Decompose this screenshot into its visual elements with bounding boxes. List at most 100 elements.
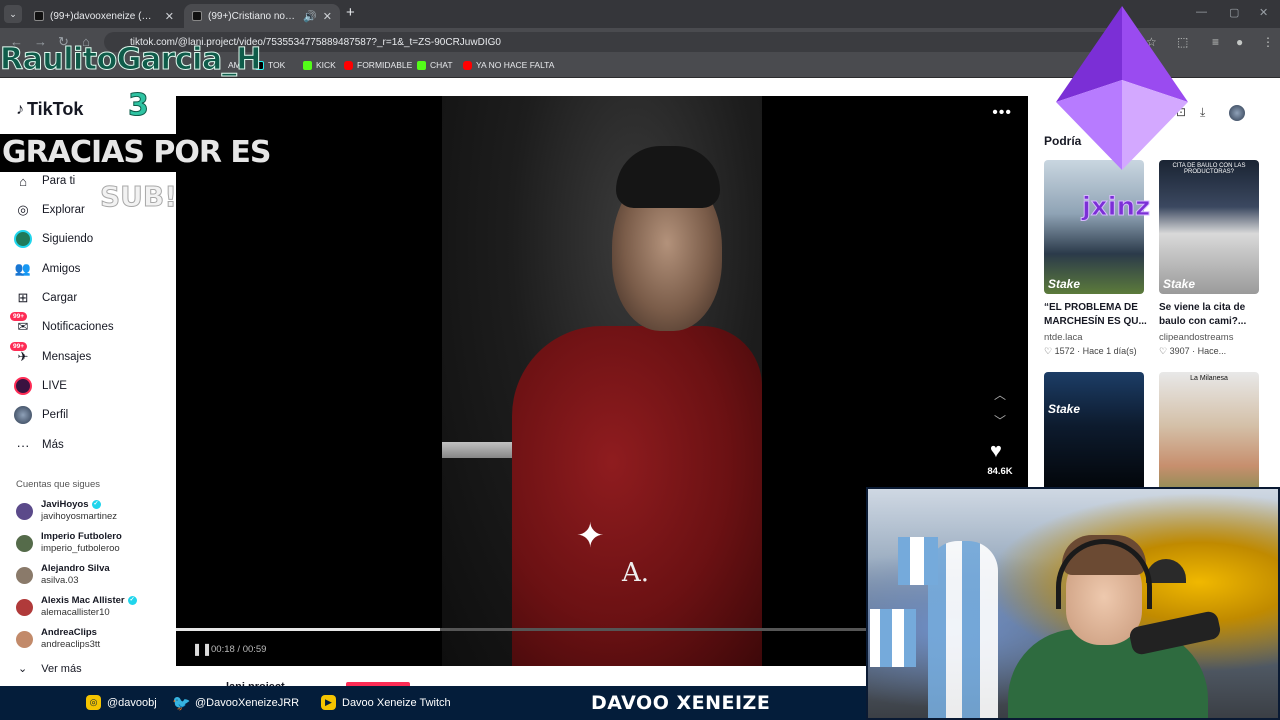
see-more-button[interactable]: ⌄ Ver más: [18, 662, 82, 676]
overlay-sub-count: 3: [128, 88, 150, 124]
minimize-icon[interactable]: —: [1196, 6, 1207, 18]
home-icon: ⌂: [19, 173, 27, 189]
chevron-down-icon[interactable]: ﹀: [994, 412, 1006, 429]
sidebar-item-mas[interactable]: ··· Más: [14, 433, 64, 457]
pause-icon[interactable]: ❚❚: [192, 642, 212, 656]
media-controls-icon[interactable]: ≡: [1212, 35, 1219, 49]
notifications-icon: ✉ 99+: [10, 312, 32, 336]
youtube-icon: ▶: [321, 695, 336, 710]
tiktok-logo[interactable]: ♪ TikTok: [16, 99, 83, 120]
close-icon[interactable]: ✕: [323, 10, 332, 23]
video-thumbnail[interactable]: CITA DE BAULO CON LAS PRODUCTORAS? Stake: [1159, 160, 1259, 294]
playback-time: 00:18 / 00:59: [211, 644, 267, 655]
video-thumbnail[interactable]: Stake: [1044, 160, 1144, 294]
kick-icon: [303, 60, 312, 70]
avatar: [16, 502, 33, 520]
overlay-sub-text: SUB!: [99, 180, 178, 214]
avatar: [16, 566, 33, 584]
kick-icon: [417, 60, 426, 70]
shirt-crest: A.: [622, 558, 650, 588]
chair: [1146, 559, 1186, 583]
compass-icon: ◎: [17, 202, 29, 217]
chevron-down-icon: ⌄: [18, 663, 28, 675]
stake-logo: Stake: [1163, 277, 1196, 291]
browser-menu-icon[interactable]: ⋮: [1262, 35, 1274, 49]
youtube-icon: [463, 60, 472, 70]
verified-icon: ✓: [91, 499, 101, 509]
notifications-badge: 99+: [10, 312, 28, 321]
upload-icon: ⊞: [17, 290, 29, 305]
bookmark-ya-no-hace-falta[interactable]: YA NO HACE FALTA: [463, 60, 554, 70]
youtube-icon: [344, 60, 353, 70]
stake-logo: Stake: [1048, 277, 1081, 291]
sidebar-item-explorar[interactable]: ◎ Explorar: [14, 198, 85, 222]
avatar: [16, 630, 33, 648]
video-thumbnail[interactable]: La Milanesa: [1159, 372, 1259, 506]
browser-tab-2[interactable]: (99+)Cristiano no gritó. No 🔊 ✕: [184, 4, 340, 28]
thumbnail-caption: La Milanesa: [1190, 375, 1228, 382]
video-title[interactable]: Se viene la cita de baulo con cami?...: [1159, 301, 1263, 329]
maximize-icon[interactable]: ▢: [1229, 6, 1239, 19]
tab-search-button[interactable]: ⌄: [4, 5, 22, 23]
more-options-icon[interactable]: •••: [992, 104, 1012, 122]
video-author[interactable]: clipeandostreams: [1159, 332, 1233, 343]
sparkle-icon: ✦: [576, 517, 605, 555]
video-thumbnail[interactable]: Stake: [1044, 372, 1144, 506]
following-avatar-icon: [14, 230, 32, 248]
browser-tab-1[interactable]: (99+)davooxeneize (@davooxe ✕: [26, 4, 182, 28]
bookmark-kick[interactable]: KICK: [303, 60, 336, 70]
speaker-icon[interactable]: 🔊: [303, 10, 317, 23]
gem-icon: [1056, 6, 1188, 170]
following-account[interactable]: Imperio Futbolero imperio_futboleroo: [16, 529, 122, 557]
heart-icon[interactable]: ♥: [990, 440, 1002, 463]
messages-icon: ✈ 99+: [10, 342, 32, 366]
following-header: Cuentas que sigues: [16, 479, 100, 490]
webcam-feed: [866, 487, 1280, 720]
instagram-handle: ◎ @davoobj: [86, 695, 157, 710]
user-avatar[interactable]: [1229, 105, 1245, 121]
screen: ⌄ (99+)davooxeneize (@davooxe ✕ (99+)Cri…: [0, 0, 1280, 720]
video-meta: ♡ 1572 · Hace 1 día(s): [1044, 346, 1137, 356]
new-tab-button[interactable]: +: [346, 4, 355, 21]
sidebar-item-siguiendo[interactable]: Siguiendo: [14, 227, 93, 251]
following-account[interactable]: AndreaClips andreaclips3tt: [16, 625, 100, 653]
live-icon: [14, 377, 32, 395]
sidebar-item-cargar[interactable]: ⊞ Cargar: [14, 286, 78, 310]
messages-badge: 99+: [10, 342, 28, 351]
bookmark-formidable[interactable]: FORMIDABLE: [344, 60, 412, 70]
profile-icon[interactable]: ●: [1236, 35, 1243, 49]
overlay-watermark: jxinz: [1081, 192, 1151, 223]
sidebar-item-perfil[interactable]: Perfil: [14, 403, 68, 427]
following-account[interactable]: Alejandro Silva asilva.03: [16, 561, 110, 589]
video-author[interactable]: ntde.laca: [1044, 332, 1083, 343]
stake-logo: Stake: [1048, 402, 1081, 416]
sidebar-item-amigos[interactable]: 👥 Amigos: [14, 257, 80, 281]
chevron-up-icon[interactable]: ︿: [994, 386, 1006, 403]
verified-icon: ✓: [127, 595, 137, 605]
close-icon[interactable]: ✕: [165, 10, 174, 23]
overlay-thanks-text: GRACIAS POR ES: [0, 134, 275, 172]
sidebar-item-mensajes[interactable]: ✈ 99+ Mensajes: [10, 342, 91, 369]
close-window-icon[interactable]: ✕: [1259, 6, 1268, 19]
twitter-icon: 🐦: [172, 694, 191, 712]
avatar: [16, 534, 33, 552]
wall-painting: [928, 541, 998, 718]
following-account[interactable]: JaviHoyos ✓ javihoyosmartinez: [16, 497, 117, 525]
more-icon: ···: [16, 437, 30, 453]
sidebar-item-notificaciones[interactable]: ✉ 99+ Notificaciones: [10, 312, 114, 339]
video-frame[interactable]: A.: [442, 96, 762, 666]
player-hair: [616, 146, 720, 208]
player-shirt: [512, 326, 762, 666]
avatar: [16, 598, 33, 616]
bookmark-chat[interactable]: CHAT: [417, 60, 453, 70]
youtube-handle: ▶ Davoo Xeneize Twitch: [321, 695, 451, 710]
sidebar-item-live[interactable]: LIVE: [14, 374, 67, 398]
tiktok-favicon-icon: [192, 11, 202, 21]
tiktok-favicon-icon: [34, 11, 44, 21]
following-account[interactable]: Alexis Mac Allister ✓ alemacallister10: [16, 593, 137, 621]
download-icon[interactable]: ⤓: [1200, 105, 1205, 120]
sidebar-item-para-ti[interactable]: ⌂ Para ti: [14, 169, 75, 193]
video-title[interactable]: “EL PROBLEMA DE MARCHESÍN ES QU...: [1044, 301, 1148, 329]
instagram-icon: ◎: [86, 695, 101, 710]
tiktok-note-icon: ♪: [16, 100, 24, 118]
